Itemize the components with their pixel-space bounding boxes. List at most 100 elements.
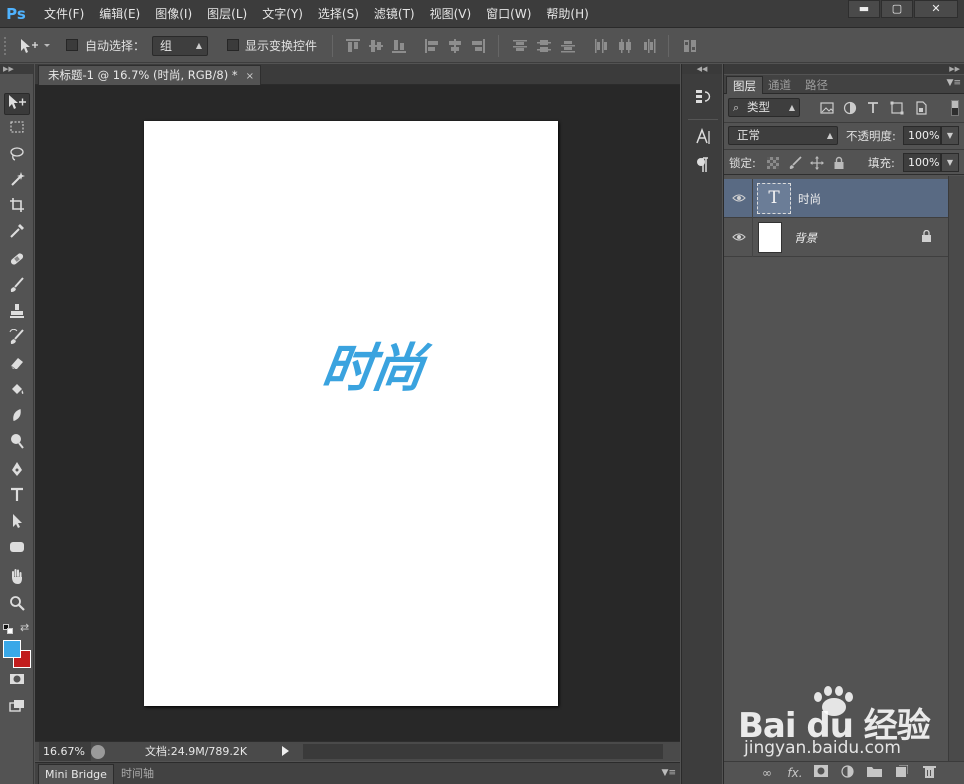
history-brush-tool-icon[interactable]	[4, 328, 30, 351]
filter-toggle-switch[interactable]	[951, 100, 959, 116]
distribute-bottom-icon[interactable]	[560, 38, 576, 54]
status-menu-arrow-icon[interactable]	[282, 746, 289, 756]
type-tool-icon[interactable]	[4, 487, 30, 509]
menu-image[interactable]: 图像(I)	[155, 0, 200, 28]
fill-slider-toggle-icon[interactable]: ▼	[941, 153, 959, 172]
eyedropper-tool-icon[interactable]	[4, 223, 30, 245]
filter-adjustment-icon[interactable]	[843, 101, 857, 115]
new-layer-icon[interactable]	[892, 764, 910, 781]
tab-timeline[interactable]: 时间轴	[115, 764, 160, 784]
blend-mode-dropdown[interactable]: 正常 ▲	[728, 126, 838, 145]
layer-name[interactable]: 时尚	[798, 191, 821, 207]
paragraph-panel-icon[interactable]	[691, 156, 715, 178]
move-tool-preset-icon[interactable]	[18, 37, 52, 55]
auto-select-dropdown[interactable]: 组 ▲	[152, 36, 208, 56]
healing-brush-tool-icon[interactable]	[4, 251, 30, 273]
hand-tool-icon[interactable]	[4, 569, 30, 591]
brush-tool-icon[interactable]	[4, 277, 30, 299]
menu-select[interactable]: 选择(S)	[318, 0, 367, 28]
fill-input[interactable]: 100%	[903, 153, 941, 172]
distribute-vcenter-icon[interactable]	[536, 38, 552, 54]
layer-filter-dropdown[interactable]: ⌕ 类型 ▲	[728, 98, 800, 117]
zoom-tool-icon[interactable]	[4, 595, 30, 617]
default-colors-icon[interactable]	[3, 624, 13, 634]
align-right-icon[interactable]	[470, 38, 486, 54]
dock-collapse-icon[interactable]: ◀◀	[682, 64, 722, 74]
path-selection-tool-icon[interactable]	[4, 513, 30, 535]
canvas-text-layer[interactable]: 时尚	[318, 336, 442, 406]
close-button[interactable]: ✕	[914, 0, 958, 18]
swap-colors-icon[interactable]: ⇄	[20, 621, 29, 634]
new-group-icon[interactable]	[865, 765, 883, 781]
show-transform-checkbox[interactable]	[227, 39, 239, 51]
pen-tool-icon[interactable]	[4, 461, 30, 483]
layer-style-icon[interactable]: fx.	[786, 765, 804, 781]
status-info-icon[interactable]	[91, 745, 105, 759]
distribute-hcenter-icon[interactable]	[617, 38, 633, 54]
auto-align-layers-icon[interactable]	[682, 38, 698, 54]
opacity-input[interactable]: 100%	[903, 126, 941, 145]
menu-layer[interactable]: 图层(L)	[207, 0, 255, 28]
character-panel-icon[interactable]	[691, 127, 715, 150]
lock-image-pixels-icon[interactable]	[788, 156, 802, 170]
eye-icon[interactable]	[732, 231, 746, 243]
new-adjustment-layer-icon[interactable]	[838, 765, 856, 781]
align-left-icon[interactable]	[424, 38, 440, 54]
document-canvas[interactable]	[144, 121, 558, 706]
tab-channels[interactable]: 通道	[762, 76, 797, 94]
align-vcenter-icon[interactable]	[368, 38, 384, 54]
crop-tool-icon[interactable]	[4, 197, 30, 219]
blur-tool-icon[interactable]	[4, 407, 30, 429]
dodge-tool-icon[interactable]	[4, 433, 30, 455]
panel-collapse-icon[interactable]: ▶▶	[724, 64, 964, 74]
lock-position-icon[interactable]	[810, 156, 824, 170]
text-layer-thumbnail-icon[interactable]: T	[757, 183, 791, 214]
minimize-button[interactable]: ▬	[848, 0, 880, 18]
eye-icon[interactable]	[732, 192, 746, 204]
menu-filter[interactable]: 滤镜(T)	[374, 0, 423, 28]
background-layer-thumbnail[interactable]	[758, 222, 782, 253]
tools-panel-collapse-icon[interactable]: ▶▶	[0, 64, 33, 74]
menu-view[interactable]: 视图(V)	[430, 0, 480, 28]
history-panel-icon[interactable]	[691, 88, 715, 110]
menu-file[interactable]: 文件(F)	[44, 0, 92, 28]
align-top-icon[interactable]	[345, 38, 361, 54]
horizontal-scrollbar[interactable]	[303, 744, 663, 759]
clone-stamp-tool-icon[interactable]	[4, 303, 30, 325]
layer-row-background[interactable]: 背景	[724, 218, 948, 257]
filter-smart-object-icon[interactable]	[914, 101, 928, 115]
rectangle-tool-icon[interactable]	[4, 539, 30, 561]
eraser-tool-icon[interactable]	[4, 355, 30, 377]
marquee-tool-icon[interactable]	[4, 119, 30, 141]
opacity-slider-toggle-icon[interactable]: ▼	[941, 126, 959, 145]
lock-all-icon[interactable]	[832, 156, 846, 170]
filter-type-icon[interactable]	[866, 101, 880, 115]
maximize-button[interactable]: ▢	[881, 0, 913, 18]
distribute-left-icon[interactable]	[593, 38, 609, 54]
layers-scrollbar[interactable]	[948, 176, 964, 761]
filter-shape-icon[interactable]	[890, 101, 904, 115]
filter-pixel-icon[interactable]	[820, 101, 834, 115]
document-tab[interactable]: 未标题-1 @ 16.7% (时尚, RGB/8) * ×	[38, 65, 262, 85]
paint-bucket-tool-icon[interactable]	[4, 381, 30, 403]
menu-edit[interactable]: 编辑(E)	[99, 0, 148, 28]
distribute-right-icon[interactable]	[641, 38, 657, 54]
move-tool-icon[interactable]	[4, 93, 30, 115]
options-grip[interactable]	[4, 37, 8, 55]
menu-window[interactable]: 窗口(W)	[486, 0, 539, 28]
tab-paths[interactable]: 路径	[799, 76, 834, 94]
menu-help[interactable]: 帮助(H)	[546, 0, 596, 28]
align-bottom-icon[interactable]	[391, 38, 407, 54]
add-mask-icon[interactable]	[812, 765, 830, 781]
zoom-level-field[interactable]: 16.67%	[39, 742, 91, 761]
quick-mask-icon[interactable]	[4, 671, 30, 693]
panel-menu-icon[interactable]: ▼≡	[947, 78, 961, 88]
lock-transparent-pixels-icon[interactable]	[766, 156, 780, 170]
auto-select-checkbox[interactable]	[66, 39, 78, 51]
link-layers-icon[interactable]: ∞	[758, 765, 776, 781]
screen-mode-icon[interactable]	[4, 698, 30, 720]
menu-type[interactable]: 文字(Y)	[262, 0, 311, 28]
foreground-color-swatch[interactable]	[3, 640, 21, 658]
close-tab-icon[interactable]: ×	[246, 71, 254, 82]
lasso-tool-icon[interactable]	[4, 145, 30, 167]
